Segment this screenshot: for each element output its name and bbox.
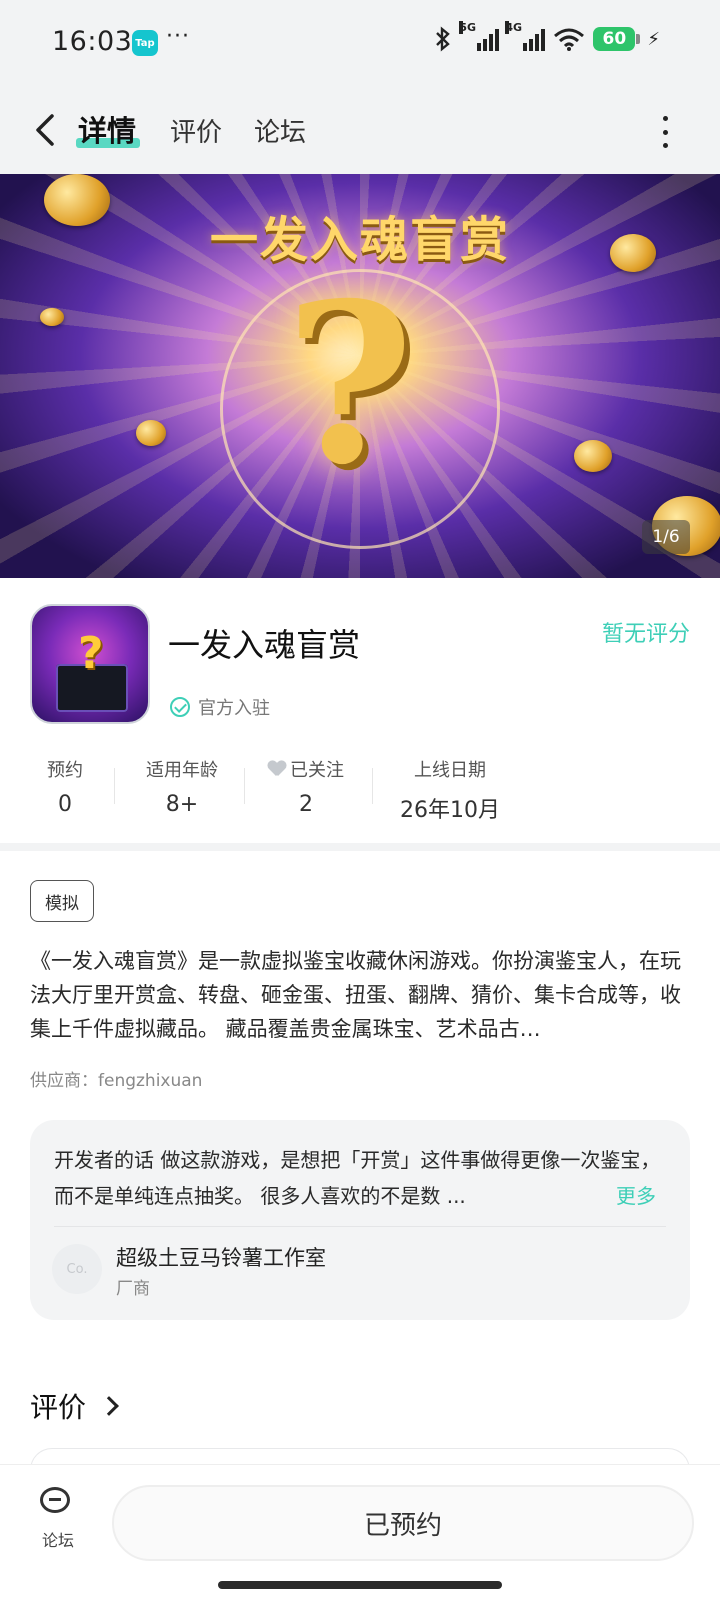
status-bar: 16:03 Tap ··· 5G 4G 60 ⚡ <box>0 0 720 88</box>
chat-bubble-icon <box>40 1487 76 1519</box>
stat-divider <box>372 768 373 804</box>
studio-name[interactable]: 超级土豆马铃薯工作室 <box>116 1242 326 1272</box>
supplier-info: 供应商：fengzhixuan <box>30 1071 203 1091</box>
heart-icon <box>268 761 286 777</box>
question-mark-graphic: ? <box>78 628 104 679</box>
charging-icon: ⚡ <box>647 28 660 50</box>
app-name: 一发入魂盲赏 <box>168 626 361 664</box>
coin-decoration <box>40 308 64 326</box>
chevron-right-icon <box>99 1396 119 1416</box>
question-mark-graphic: ? <box>285 254 414 513</box>
developer-card[interactable]: 开发者的话 做这款游戏，是想把「开赏」这件事做得更像一次鉴宝，而不是单纯连点抽奖… <box>30 1120 690 1320</box>
verified-check-icon <box>170 697 190 717</box>
signal-5g-icon: 5G <box>459 21 500 51</box>
coin-decoration <box>574 440 612 472</box>
reviews-title: 评价 <box>30 1391 87 1424</box>
tab-reviews[interactable]: 评价 <box>170 112 222 149</box>
reserved-button[interactable]: 已预约 <box>112 1485 694 1561</box>
official-badge: 官方入驻 <box>170 694 270 720</box>
status-time: 16:03 <box>52 26 133 57</box>
official-label: 官方入驻 <box>198 698 270 719</box>
rating-status: 暂无评分 <box>601 622 690 647</box>
section-divider <box>0 843 720 851</box>
signal-4g-icon: 4G <box>505 21 546 51</box>
back-arrow-icon[interactable] <box>28 110 64 150</box>
battery-icon: 60 <box>593 27 641 51</box>
stat-followers[interactable]: 已关注 2 <box>256 756 356 817</box>
stat-age-rating: 适用年龄 8+ <box>146 760 218 817</box>
app-icon: ? <box>30 604 150 724</box>
tab-details[interactable]: 详情 <box>78 108 136 150</box>
app-stats: 预约 0 适用年龄 8+ 已关注 2 上线日期 26年10月 <box>30 756 670 823</box>
card-divider <box>54 1226 666 1227</box>
developer-message: 开发者的话 做这款游戏，是想把「开赏」这件事做得更像一次鉴宝，而不是单纯连点抽奖… <box>54 1148 661 1208</box>
stat-release-date: 上线日期 26年10月 <box>400 760 500 823</box>
studio-avatar[interactable]: Co. <box>52 1244 102 1294</box>
forum-button[interactable]: 论坛 <box>34 1487 82 1551</box>
bluetooth-icon <box>436 26 451 52</box>
stat-divider <box>114 768 115 804</box>
tap-app-icon: Tap <box>132 30 158 56</box>
coin-decoration <box>136 420 166 446</box>
top-navigation: 详情 评价 论坛 <box>0 88 720 174</box>
forum-label: 论坛 <box>41 1531 74 1550</box>
game-description[interactable]: 《一发入魂盲赏》是一款虚拟鉴宝收藏休闲游戏。你扮演鉴宝人，在玩法大厅里开赏盒、转… <box>30 944 690 1046</box>
tab-forum[interactable]: 论坛 <box>254 112 306 149</box>
status-icons: 5G 4G 60 ⚡ <box>433 21 660 52</box>
more-notifications-icon: ··· <box>166 24 190 49</box>
stat-divider <box>244 768 245 804</box>
hero-banner[interactable]: 一发入魂盲赏 ? 1/6 <box>0 174 720 578</box>
more-link[interactable]: 更多 <box>610 1178 656 1214</box>
stat-reservations: 预约 0 <box>47 760 83 817</box>
studio-role: 厂商 <box>116 1279 150 1299</box>
reviews-section-link[interactable]: 评价 <box>30 1386 119 1426</box>
more-options-icon[interactable] <box>660 116 670 148</box>
home-indicator[interactable] <box>218 1581 502 1589</box>
genre-tag[interactable]: 模拟 <box>30 880 94 922</box>
bottom-action-bar: 论坛 已预约 <box>0 1464 720 1600</box>
wifi-icon <box>554 28 585 51</box>
image-counter: 1/6 <box>642 520 690 554</box>
